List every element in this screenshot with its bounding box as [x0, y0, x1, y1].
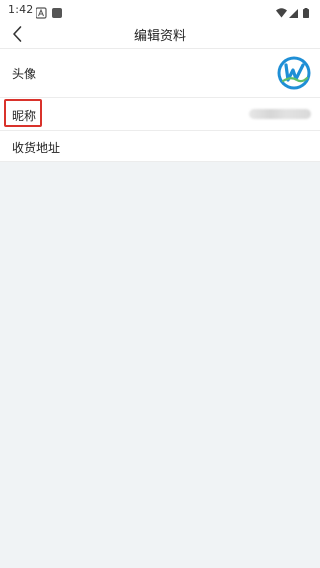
address-row-label: 收货地址	[12, 141, 61, 155]
status-left-icons	[35, 4, 66, 19]
status-right-icons	[276, 4, 312, 18]
notification-a-icon	[35, 7, 47, 19]
nickname-row[interactable]: 昵称	[0, 98, 320, 131]
page-title: 编辑资料	[133, 29, 186, 44]
app-header: 编辑资料	[0, 20, 320, 49]
wifi-icon	[276, 8, 287, 18]
system-icons	[276, 8, 309, 18]
status-bar: 1:42	[0, 0, 320, 20]
nickname-value-blurred	[249, 109, 311, 119]
status-time: 1:42	[8, 3, 34, 16]
address-row[interactable]: 收货地址	[0, 131, 320, 162]
signal-icon	[289, 9, 298, 18]
notification-icons	[35, 7, 62, 19]
app-square-icon	[52, 8, 62, 18]
avatar-row-label: 头像	[12, 67, 37, 81]
nickname-row-label: 昵称	[12, 109, 37, 123]
profile-settings-list: 头像 昵称 收货地址	[0, 49, 320, 162]
avatar-row[interactable]: 头像	[0, 49, 320, 98]
battery-icon	[303, 8, 309, 18]
avatar[interactable]	[277, 56, 311, 90]
